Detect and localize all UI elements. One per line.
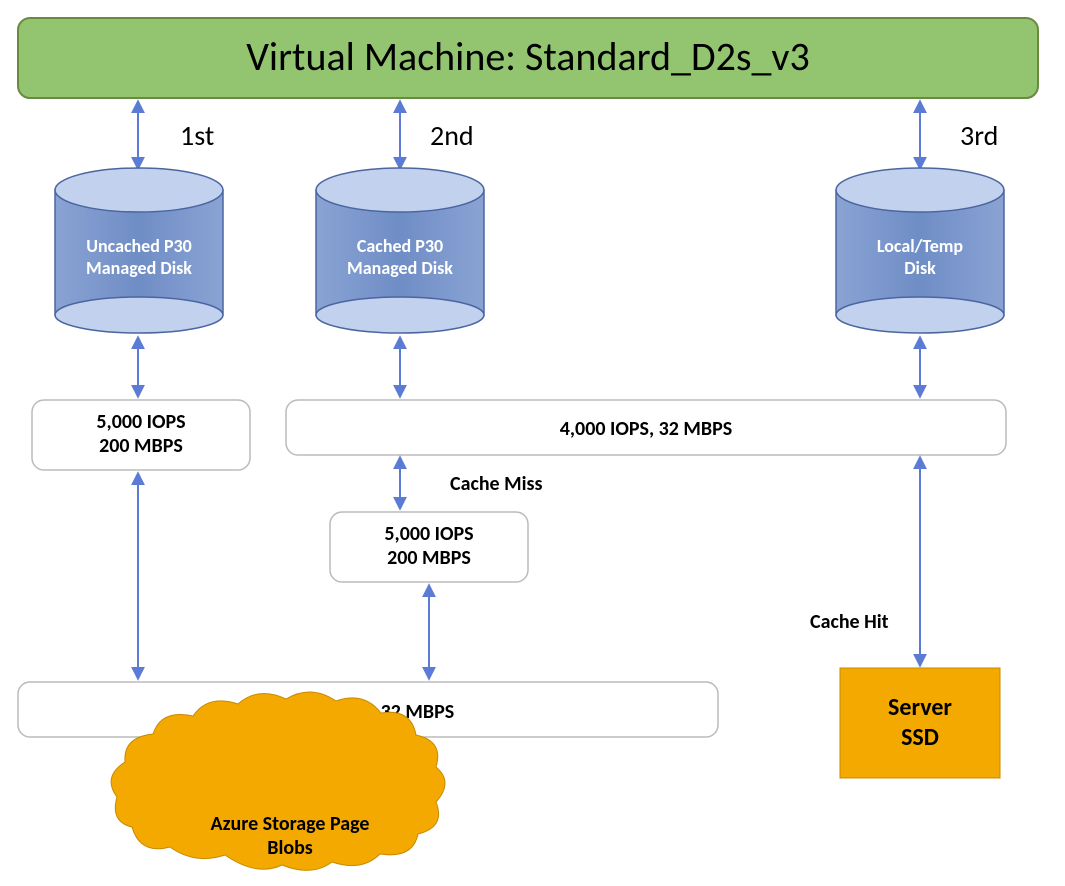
vm-title: Virtual Machine: Standard_D2s_v3 [246,32,810,81]
cache-miss-label: Cache Miss [450,472,543,496]
disk-uncached-line2: Managed Disk [86,257,192,279]
disk-uncached: Uncached P30 Managed Disk [55,168,223,333]
disk-cached: Cached P30 Managed Disk [316,168,484,333]
path-first-label: 1st [180,118,214,153]
uncached-limit-line2: 200 MBPS [99,434,183,458]
cache-miss-line1: 5,000 IOPS [384,522,473,546]
disk-uncached-line1: Uncached P30 [86,235,192,257]
ssd-line2: SSD [901,723,939,752]
disk-cached-line2: Managed Disk [347,257,453,279]
path-third-label: 3rd [960,118,998,153]
uncached-limit-line1: 5,000 IOPS [96,410,185,434]
ssd-line1: Server [888,693,952,722]
cached-limit-text: 4,000 IOPS, 32 MBPS [560,417,732,441]
cache-hit-label: Cache Hit [810,610,889,634]
cloud-line1: Azure Storage Page [211,812,370,836]
cloud-line2: Blobs [267,836,313,860]
disk-local-line2: Disk [904,257,936,279]
disk-local: Local/Temp Disk [836,168,1004,333]
path-second-label: 2nd [430,118,474,153]
cache-miss-line2: 200 MBPS [387,546,471,570]
disk-local-line1: Local/Temp [877,235,964,257]
disk-cached-line1: Cached P30 [357,235,443,257]
